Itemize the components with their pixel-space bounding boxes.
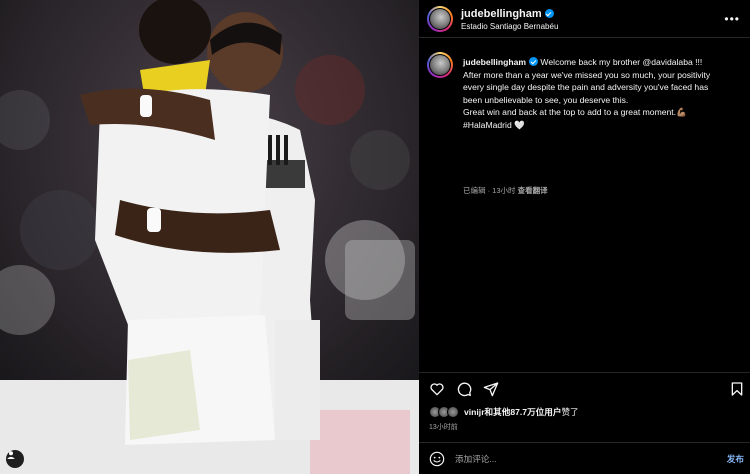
heart-icon [429,382,444,395]
likes-suffix: 赞了 [561,407,579,417]
share-icon [483,381,498,396]
caption-meta: 已编辑 · 13小时 查看翻译 [463,185,548,196]
post-timestamp[interactable]: 13小时前 [429,422,458,432]
post-photo[interactable] [0,0,419,474]
comment-icon [457,382,471,396]
likes-text: vinijr和其他87.7万位用户赞了 [464,406,579,418]
user-tag-icon [7,451,15,459]
comment-bar: 发布 [419,442,750,474]
more-options-button[interactable]: ••• [724,12,740,26]
verified-icon [544,9,554,18]
caption-text: judebellingham Welcome back my brother @… [463,56,745,132]
bookmark-icon [731,381,742,396]
caption-hashtag-line[interactable]: #HalaMadrid 🤍 [463,119,745,132]
caption-username[interactable]: judebellingham [463,57,526,67]
emoji-button[interactable] [429,451,445,472]
post-header: judebellingham Estadio Santiago Bernabéu… [419,0,750,38]
user-tag-button[interactable] [6,450,24,468]
author-avatar[interactable] [427,6,453,32]
caption-line: Welcome back my brother @davidalaba !!! [540,57,703,67]
post-side-panel: judebellingham Estadio Santiago Bernabéu… [419,0,750,474]
author-username[interactable]: judebellingham [461,8,554,20]
like-button[interactable] [428,380,445,397]
photo-illustration [0,0,419,474]
caption-line: been unbelievable to see, you deserve th… [463,94,629,105]
caption-line: After more than a year we've missed you … [463,69,711,80]
liker-avatars [429,406,459,418]
likes-others[interactable]: 其他87.7万位用户 [493,407,561,417]
caption-time: 已编辑 · 13小时 [463,186,516,195]
caption-line: Great win and back at the top to add to … [463,107,687,118]
comment-input[interactable] [455,451,685,467]
likes-summary[interactable]: vinijr和其他87.7万位用户赞了 [429,404,579,420]
liker-username[interactable]: vinijr [464,407,485,417]
verified-icon [529,57,539,66]
comment-button[interactable] [455,380,472,397]
caption-avatar[interactable] [427,52,453,78]
avatar [447,406,459,418]
likes-and: 和 [484,407,494,417]
save-button[interactable] [728,380,745,397]
caption-line: every single day despite the pain and ad… [463,82,709,93]
post-comment-button[interactable]: 发布 [727,453,744,465]
share-button[interactable] [482,380,499,397]
action-bar [419,372,750,402]
emoji-icon [429,451,445,467]
see-translation-link[interactable]: 查看翻译 [518,186,548,195]
post-location[interactable]: Estadio Santiago Bernabéu [461,22,558,31]
author-username-text[interactable]: judebellingham [461,8,542,20]
